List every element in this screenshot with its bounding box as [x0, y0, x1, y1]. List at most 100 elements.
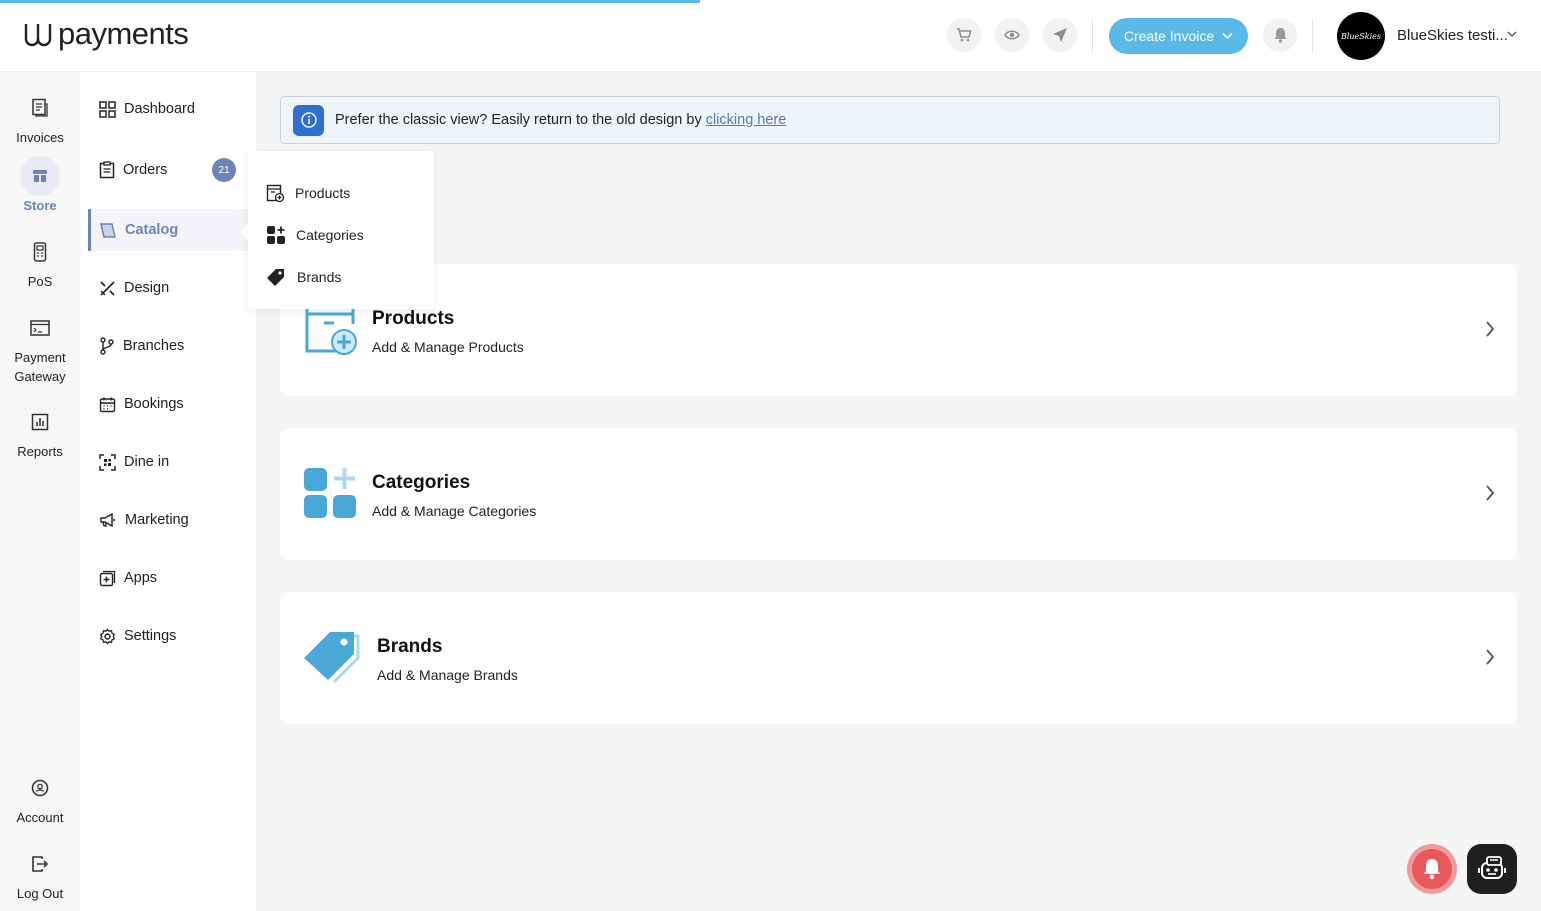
catalog-icon	[100, 222, 116, 238]
sidebar-label: Bookings	[124, 396, 184, 412]
rail-item-account[interactable]: Account	[0, 768, 80, 827]
sidebar-item-design[interactable]: Design	[88, 267, 248, 309]
card-subtitle: Add & Manage Products	[372, 339, 524, 355]
rail-item-reports[interactable]: Reports	[0, 402, 80, 461]
sidebar-label: Marketing	[125, 512, 189, 528]
card-title: Brands	[377, 636, 443, 657]
categories-icon	[267, 226, 285, 244]
notification-fab[interactable]	[1407, 844, 1457, 894]
card-subtitle: Add & Manage Brands	[377, 667, 518, 683]
logout-icon	[32, 856, 49, 872]
send-button[interactable]	[1043, 18, 1077, 52]
flyout-label: Products	[295, 185, 351, 201]
sidebar-label: Dashboard	[124, 101, 195, 117]
flyout-label: Categories	[296, 227, 364, 243]
cart-button[interactable]	[947, 18, 981, 52]
avatar-text: BlueSkies	[1340, 31, 1382, 41]
sidebar-item-branches[interactable]: Branches	[88, 325, 248, 367]
rail-item-payment-gateway[interactable]: Payment Gateway	[0, 308, 80, 386]
bell-icon	[1424, 859, 1440, 880]
sidebar-label: Branches	[123, 338, 185, 354]
classic-view-link[interactable]: clicking here	[706, 112, 787, 128]
products-icon	[266, 184, 285, 202]
chevron-down-icon	[1222, 32, 1233, 40]
sidebar-item-dine-in[interactable]: Dine in	[88, 441, 248, 483]
products-card[interactable]: Products Add & Manage Products	[280, 264, 1517, 396]
sidebar-label: Orders	[123, 162, 168, 178]
notifications-button[interactable]	[1263, 18, 1297, 52]
brand-logo[interactable]: payments	[22, 16, 189, 52]
info-icon	[293, 104, 324, 136]
sidebar-item-apps[interactable]: Apps	[88, 557, 248, 599]
preview-button[interactable]	[995, 18, 1029, 52]
chatbot-icon	[1478, 856, 1506, 879]
rail-label: Invoices	[16, 130, 64, 145]
sidebar-item-settings[interactable]: Settings	[88, 615, 248, 657]
chevron-down-icon[interactable]	[1506, 30, 1518, 38]
sidebar-item-dashboard[interactable]: Dashboard	[88, 88, 248, 130]
header-divider	[1312, 20, 1313, 52]
create-invoice-label: Create Invoice	[1123, 28, 1215, 44]
sidebar-label: Settings	[124, 628, 177, 644]
rail-label: Log Out	[16, 886, 64, 901]
sidebar-item-bookings[interactable]: Bookings	[88, 383, 248, 425]
invoice-icon	[32, 98, 48, 117]
banner-text: Prefer the classic view? Easily return t…	[335, 112, 702, 128]
chevron-right-icon	[1486, 485, 1495, 501]
orders-count-badge: 21	[212, 158, 236, 182]
sidebar-item-orders[interactable]: Orders 21	[88, 149, 248, 191]
pos-terminal-icon	[33, 242, 47, 262]
catalog-flyout-menu: Products Categories Brands	[240, 151, 434, 309]
chevron-right-icon	[1486, 649, 1495, 665]
rail-label: Account	[16, 810, 64, 825]
header-divider	[1092, 20, 1093, 52]
paper-plane-icon	[1053, 28, 1067, 42]
orders-icon	[99, 161, 115, 179]
rail-item-pos[interactable]: PoS	[0, 232, 80, 291]
account-icon	[31, 779, 49, 797]
eye-icon	[1004, 30, 1020, 40]
sidebar-item-catalog[interactable]: Catalog	[88, 209, 248, 251]
megaphone-icon	[100, 512, 115, 528]
support-chat-button[interactable]	[1467, 844, 1517, 894]
categories-card[interactable]: Categories Add & Manage Categories	[280, 428, 1517, 560]
tag-icon	[267, 268, 284, 286]
branches-icon	[100, 337, 114, 355]
cart-icon	[957, 28, 972, 42]
card-title: Categories	[372, 472, 471, 493]
rail-item-logout[interactable]: Log Out	[0, 844, 80, 903]
brands-card[interactable]: Brands Add & Manage Brands	[280, 592, 1517, 724]
reports-icon	[31, 413, 49, 431]
sidebar-label: Catalog	[125, 222, 179, 238]
sidebar-item-marketing[interactable]: Marketing	[88, 499, 248, 541]
store-icon	[33, 170, 47, 182]
logo-mark-icon	[24, 24, 52, 47]
user-name[interactable]: BlueSkies testi...	[1397, 27, 1508, 44]
card-subtitle: Add & Manage Categories	[372, 503, 537, 519]
dashboard-icon	[99, 100, 116, 118]
top-header: payments Create Invoice BlueSkies BlueSk…	[0, 0, 1541, 72]
design-icon	[100, 280, 115, 296]
logo-text: payments	[58, 16, 189, 51]
rail-item-store[interactable]: Store	[0, 156, 80, 215]
payment-gateway-icon	[30, 320, 50, 336]
chevron-right-icon	[1486, 321, 1495, 337]
avatar[interactable]: BlueSkies	[1337, 12, 1385, 60]
flyout-label: Brands	[297, 269, 342, 285]
categories-icon	[304, 468, 356, 518]
flyout-item-brands[interactable]: Brands	[248, 256, 434, 298]
create-invoice-button[interactable]: Create Invoice	[1109, 18, 1248, 54]
rail-label: Store	[23, 198, 57, 213]
flyout-item-categories[interactable]: Categories	[248, 214, 434, 256]
bell-icon	[1274, 28, 1286, 43]
app-rail: Invoices Store PoS Payment Gateway Repor…	[0, 72, 80, 911]
rail-label: PoS	[27, 274, 53, 289]
sidebar-label: Design	[124, 280, 170, 296]
apps-icon	[99, 570, 116, 586]
tag-icon	[304, 632, 360, 684]
flyout-item-products[interactable]: Products	[248, 172, 434, 214]
card-title: Products	[372, 308, 455, 329]
calendar-icon	[99, 397, 116, 412]
rail-item-invoices[interactable]: Invoices	[0, 88, 80, 147]
classic-view-banner: Prefer the classic view? Easily return t…	[280, 96, 1500, 144]
